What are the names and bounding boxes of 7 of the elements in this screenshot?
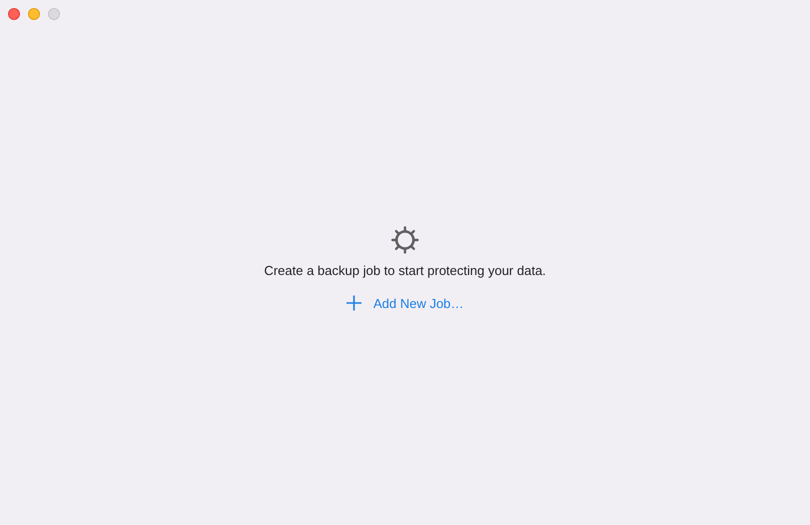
zoom-button[interactable] bbox=[48, 8, 60, 20]
minimize-button[interactable] bbox=[28, 8, 40, 20]
empty-state-message: Create a backup job to start protecting your data. bbox=[264, 263, 546, 278]
add-new-job-button[interactable]: Add New Job… bbox=[342, 293, 468, 313]
gear-icon bbox=[391, 226, 419, 254]
close-button[interactable] bbox=[8, 8, 20, 20]
plus-icon bbox=[346, 295, 362, 311]
